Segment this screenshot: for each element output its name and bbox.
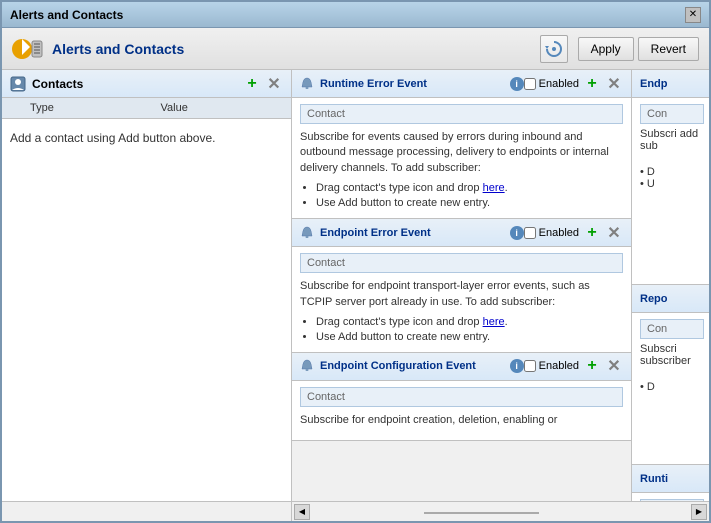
- endpoint-error-instruction-2: Use Add button to create new entry.: [316, 331, 623, 343]
- endpoint-config-add-button[interactable]: +: [583, 357, 601, 375]
- contacts-actions: + ✕: [243, 75, 283, 93]
- events-scrollbar-area: ◀ ▶: [292, 502, 709, 522]
- runtime-error-contact: Contact: [300, 104, 623, 124]
- scroll-thumb[interactable]: [424, 512, 538, 514]
- contacts-panel: Contacts + ✕ Type Value Add a contact us…: [2, 70, 292, 501]
- contacts-header: Contacts + ✕: [2, 70, 291, 98]
- endpoint-error-body: Contact Subscribe for endpoint transport…: [292, 247, 631, 352]
- repo-partial-body: Con Subscri subscriber • D: [632, 313, 709, 399]
- runtime-error-description: Subscribe for events caused by errors du…: [300, 130, 623, 176]
- runtime-error-title: Runtime Error Event: [320, 78, 506, 90]
- main-window: Alerts and Contacts ✕ Alerts and Contact…: [0, 0, 711, 523]
- toolbar-icon: [12, 33, 44, 65]
- scroll-left-button[interactable]: ◀: [294, 504, 310, 520]
- runtime-error-add-button[interactable]: +: [583, 75, 601, 93]
- endpoint-error-description: Subscribe for endpoint transport-layer e…: [300, 279, 623, 310]
- remove-contact-button[interactable]: ✕: [265, 75, 283, 93]
- events-column-main: Runtime Error Event i Enabled + ✕: [292, 70, 632, 501]
- col-value: Value: [157, 100, 288, 116]
- revert-button[interactable]: Revert: [638, 37, 699, 61]
- endp-partial-card: Endp Con Subscri add sub • D • U: [632, 70, 709, 285]
- endpoint-config-title: Endpoint Configuration Event: [320, 360, 506, 372]
- endp-partial-desc: Subscri add sub: [640, 128, 704, 152]
- window-title: Alerts and Contacts: [10, 8, 123, 22]
- endpoint-error-remove-button[interactable]: ✕: [605, 224, 623, 242]
- endp-partial-header: Endp: [632, 70, 709, 98]
- runtime-error-body: Contact Subscribe for events caused by e…: [292, 98, 631, 218]
- runti-partial-header: Runti: [632, 465, 709, 493]
- endpoint-config-info-icon[interactable]: i: [510, 359, 524, 373]
- config-bell-icon: [300, 359, 314, 373]
- endpoint-config-enabled[interactable]: Enabled: [524, 360, 579, 372]
- endpoint-config-contact: Contact: [300, 387, 623, 407]
- endpoint-config-header: Endpoint Configuration Event i Enabled +…: [292, 353, 631, 381]
- runtime-error-instruction-1: Drag contact's type icon and drop here.: [316, 182, 623, 194]
- repo-partial-card: Repo Con Subscri subscriber • D: [632, 285, 709, 465]
- bell-icon: [300, 77, 314, 91]
- runtime-error-controls: Enabled + ✕: [524, 75, 623, 93]
- endpoint-error-instruction-1: Drag contact's type icon and drop here.: [316, 316, 623, 328]
- endpoint-config-description: Subscribe for endpoint creation, deletio…: [300, 413, 623, 428]
- endpoint-error-enabled[interactable]: Enabled: [524, 227, 579, 239]
- endpoint-error-controls: Enabled + ✕: [524, 224, 623, 242]
- endpoint-error-title: Endpoint Error Event: [320, 227, 506, 239]
- endpoint-error-enabled-label: Enabled: [539, 227, 579, 239]
- contacts-title: Contacts: [32, 77, 243, 91]
- endpoint-error-header: Endpoint Error Event i Enabled + ✕: [292, 219, 631, 247]
- events-scroll-content: Runtime Error Event i Enabled + ✕: [292, 70, 709, 501]
- main-content: Contacts + ✕ Type Value Add a contact us…: [2, 70, 709, 501]
- apply-button[interactable]: Apply: [578, 37, 634, 61]
- runtime-error-enabled[interactable]: Enabled: [524, 78, 579, 90]
- repo-partial-contact: Con: [640, 319, 704, 339]
- runtime-error-instruction-2: Use Add button to create new entry.: [316, 197, 623, 209]
- endpoint-config-enabled-label: Enabled: [539, 360, 579, 372]
- contacts-table-header: Type Value: [2, 98, 291, 119]
- runtime-error-enabled-label: Enabled: [539, 78, 579, 90]
- runti-partial-title: Runti: [640, 473, 668, 485]
- close-button[interactable]: ✕: [685, 7, 701, 23]
- endpoint-error-instructions: Drag contact's type icon and drop here. …: [300, 316, 623, 343]
- contacts-icon: [10, 76, 26, 92]
- runtime-error-header: Runtime Error Event i Enabled + ✕: [292, 70, 631, 98]
- endpoint-config-remove-button[interactable]: ✕: [605, 357, 623, 375]
- endpoint-error-info-icon[interactable]: i: [510, 226, 524, 240]
- runtime-error-event-card: Runtime Error Event i Enabled + ✕: [292, 70, 631, 219]
- repo-partial-header: Repo: [632, 285, 709, 313]
- runtime-error-instructions: Drag contact's type icon and drop here. …: [300, 182, 623, 209]
- col-check: [6, 100, 26, 116]
- endpoint-error-add-button[interactable]: +: [583, 224, 601, 242]
- endpoint-error-contact: Contact: [300, 253, 623, 273]
- runtime-error-remove-button[interactable]: ✕: [605, 75, 623, 93]
- runtime-error-checkbox[interactable]: [524, 78, 536, 90]
- runtime-error-info-icon[interactable]: i: [510, 77, 524, 91]
- endpoint-config-controls: Enabled + ✕: [524, 357, 623, 375]
- refresh-button[interactable]: [540, 35, 568, 63]
- endp-partial-title: Endp: [640, 78, 668, 90]
- runti-partial-body: Con Subscri: [632, 493, 709, 501]
- title-bar: Alerts and Contacts ✕: [2, 2, 709, 28]
- endpoint-config-body: Contact Subscribe for endpoint creation,…: [292, 381, 631, 440]
- contacts-empty-message: Add a contact using Add button above.: [2, 119, 291, 157]
- endp-partial-contact: Con: [640, 104, 704, 124]
- runti-partial-card: Runti Con Subscri: [632, 465, 709, 501]
- endpoint-error-checkbox[interactable]: [524, 227, 536, 239]
- add-contact-button[interactable]: +: [243, 75, 261, 93]
- endpoint-config-event-card: Endpoint Configuration Event i Enabled +…: [292, 353, 631, 441]
- runtime-error-here-link[interactable]: here: [483, 182, 505, 194]
- endpoint-bell-icon: [300, 226, 314, 240]
- repo-partial-desc: Subscri subscriber: [640, 343, 704, 367]
- endp-partial-body: Con Subscri add sub • D • U: [632, 98, 709, 196]
- contacts-scrollbar-area: [2, 502, 292, 521]
- endpoint-error-here-link[interactable]: here: [483, 316, 505, 328]
- col-type: Type: [26, 100, 157, 116]
- toolbar-title: Alerts and Contacts: [52, 41, 540, 57]
- bottom-bar: ◀ ▶: [2, 501, 709, 521]
- endpoint-config-checkbox[interactable]: [524, 360, 536, 372]
- repo-partial-title: Repo: [640, 293, 668, 305]
- toolbar: Alerts and Contacts Apply Revert: [2, 28, 709, 70]
- endpoint-error-event-card: Endpoint Error Event i Enabled + ✕: [292, 219, 631, 353]
- scroll-right-button[interactable]: ▶: [691, 504, 707, 520]
- events-column-partial: Endp Con Subscri add sub • D • U Repo: [632, 70, 709, 501]
- events-panel[interactable]: Runtime Error Event i Enabled + ✕: [292, 70, 709, 501]
